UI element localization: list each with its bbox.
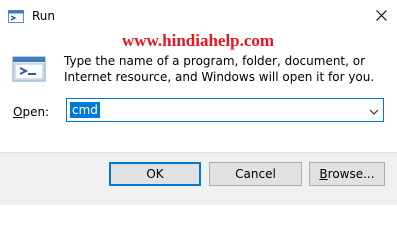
close-icon: [376, 10, 387, 21]
chevron-down-icon[interactable]: [369, 105, 379, 119]
run-dialog: Run www.hindiahelp.com Type the name of …: [0, 0, 397, 205]
browse-button[interactable]: Browse...: [309, 162, 385, 186]
cancel-button[interactable]: Cancel: [209, 162, 302, 186]
watermark-text: www.hindiahelp.com: [122, 31, 275, 50]
instruction-text: Type the name of a program, folder, docu…: [64, 54, 375, 84]
title-bar[interactable]: Run: [0, 0, 397, 32]
open-label-rest: pen:: [22, 105, 50, 119]
run-app-icon: [8, 9, 24, 23]
browse-mnemonic: B: [319, 167, 328, 181]
window-title: Run: [32, 9, 56, 23]
command-input[interactable]: cmd: [70, 102, 100, 118]
run-program-icon: [12, 56, 46, 82]
open-combobox[interactable]: cmd: [66, 98, 384, 122]
browse-label-rest: rowse...: [327, 167, 375, 181]
close-button[interactable]: [370, 4, 394, 28]
ok-button[interactable]: OK: [109, 162, 201, 186]
open-label: Open:: [13, 105, 49, 119]
